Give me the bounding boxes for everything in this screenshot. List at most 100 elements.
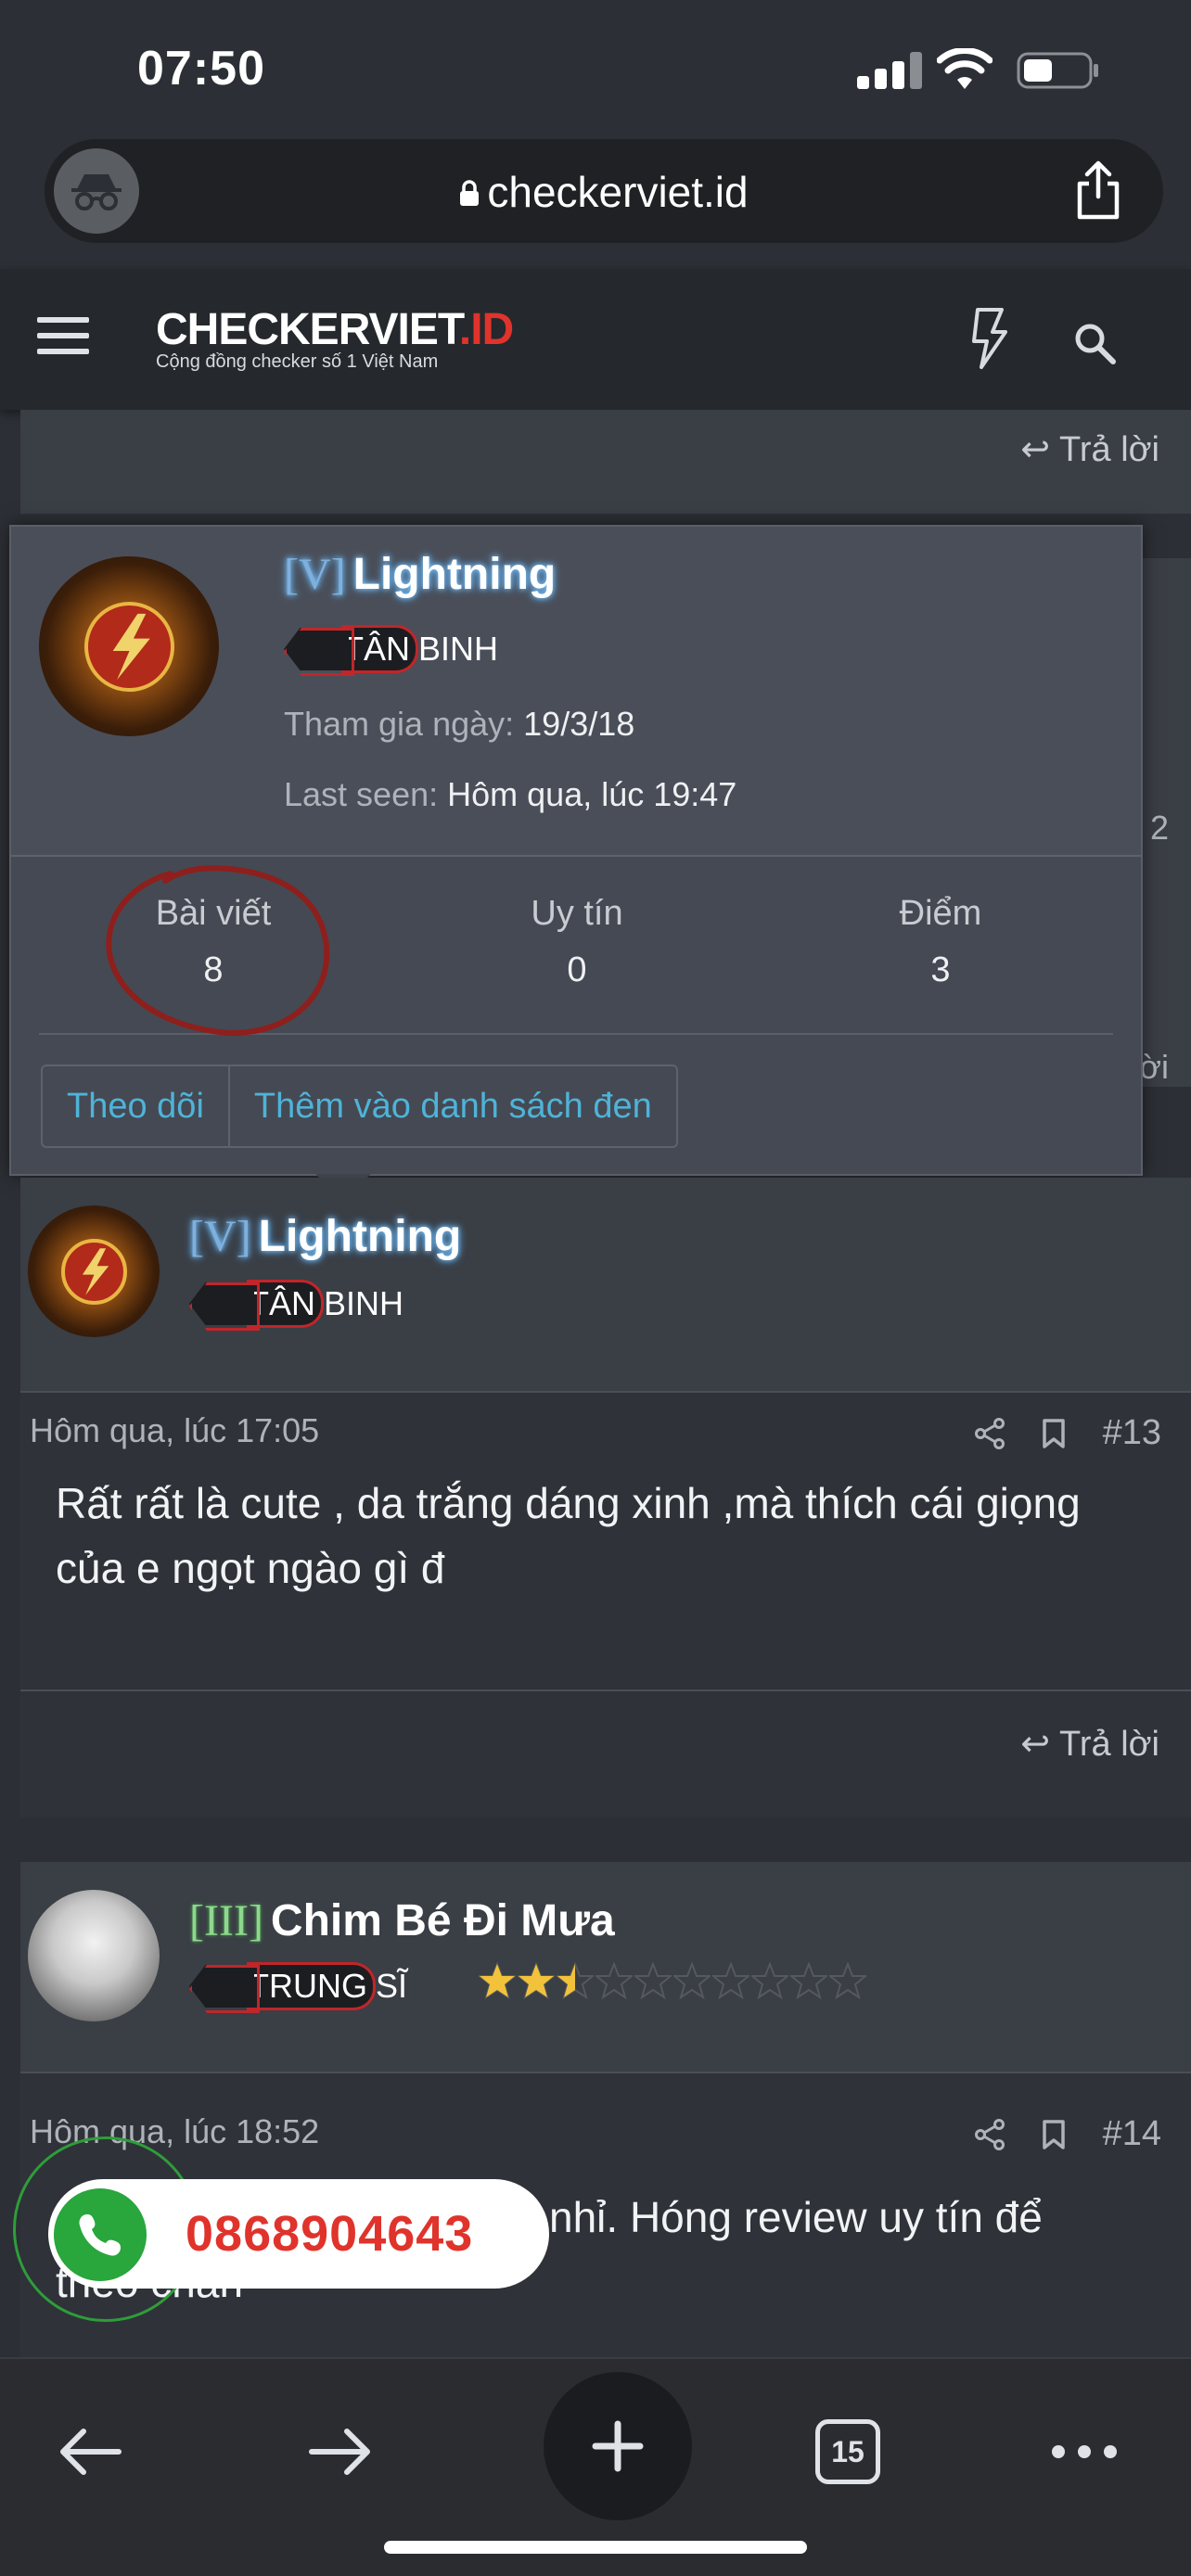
last-seen-line: Last seen: Hôm qua, lúc 19:47 [284,775,736,814]
address-bar[interactable]: checkerviet.id [45,139,1163,243]
user-title-badge: TÂN BINH [284,625,498,673]
badge-rest: BINH [418,630,499,668]
joined-value: 19/3/18 [523,705,635,743]
badge-rest: BINH [324,1284,404,1322]
reply-link[interactable]: ↩ Trả lời [1020,1723,1159,1765]
plus-icon [592,2420,644,2472]
share-icon[interactable] [974,1417,1005,1449]
post-footer: ↩ Trả lời [20,1691,1191,1817]
red-circle-annotation [106,865,330,1037]
reply-link[interactable]: ↩ Trả lời [1020,428,1159,470]
stat-points: Điểm 3 [839,894,1043,990]
forward-button[interactable] [299,2396,382,2507]
stat-value: 0 [567,950,587,989]
post-content: Rất rất là cute , da trắng dáng xinh ,mà… [56,1479,1081,1592]
badge-rest: SĨ [376,1967,408,2005]
username-text: Lightning [352,550,557,599]
avatar[interactable] [28,1890,160,2021]
signal-icon [857,52,922,89]
star-icon [518,1962,555,1999]
star-icon [596,1962,633,1999]
peek-reply: ời [1139,1048,1169,1086]
rank-diamond-icon [284,628,349,670]
stat-label: Điểm [899,894,982,933]
forward-arrow-icon [309,2429,370,2475]
joined-line: Tham gia ngày: 19/3/18 [284,705,634,744]
reply-label: Trả lời [1059,1725,1159,1764]
stat-label: Uy tín [531,894,623,933]
star-icon [634,1962,672,1999]
share-icon[interactable] [1070,159,1126,221]
star-icon [751,1962,788,1999]
post-content: nhỉ. Hóng review uy tín để [549,2193,1043,2241]
member-tooltip-header: [V] Lightning TÂN BINH Tham gia ngày: 19/… [11,527,1141,857]
tabs-count-icon: 15 [815,2419,880,2484]
last-seen-value: Hôm qua, lúc 19:47 [447,775,737,813]
battery-icon [1017,52,1098,89]
post-username[interactable]: [III] Chim Bé Đi Mưa [189,1895,615,1946]
rank-tag: [III] [189,1896,263,1945]
avatar[interactable] [39,556,219,736]
rank-diamond-icon [189,1965,254,2008]
url-label: checkerviet.id [487,168,749,216]
url-text[interactable]: checkerviet.id [45,167,1163,217]
menu-icon[interactable] [37,317,89,358]
lock-icon [459,167,480,217]
post-actions: #14 [974,2114,1161,2154]
back-button[interactable] [48,2396,132,2507]
last-seen-label: Last seen: [284,775,439,813]
logo-accent: .ID [458,305,514,354]
more-button[interactable] [1043,2396,1126,2507]
site-header: CHECKERVIET.ID Cộng đồng checker số 1 Vi… [0,269,1191,410]
ignore-button[interactable]: Thêm vào danh sách đen [227,1066,676,1146]
reply-label: Trả lời [1059,430,1159,469]
stat-value: 3 [930,950,951,989]
post-number[interactable]: #14 [1103,2114,1161,2154]
star-icon [712,1962,749,1999]
star-icon [557,1962,594,1999]
member-tooltip: [V] Lightning TÂN BINH Tham gia ngày: 19/… [9,525,1143,1176]
previous-post-footer: ↩ Trả lời [20,410,1191,514]
back-arrow-icon [60,2429,122,2475]
follow-button[interactable]: Theo dõi [43,1066,228,1146]
new-tab-button[interactable] [544,2372,692,2520]
user-title-badge: TRUNG SĨ [189,1962,407,2010]
phone-icon[interactable] [54,2188,147,2281]
wifi-icon [937,48,992,89]
reply-icon: ↩ [1020,1725,1051,1764]
flash-emblem-icon [83,601,174,692]
flash-emblem-icon [60,1238,127,1305]
more-dots-icon [1052,2445,1117,2458]
member-actions: Theo dõi Thêm vào danh sách đen [41,1065,678,1148]
post-user-header: [V] Lightning TÂN BINH [20,1178,1191,1391]
bookmark-icon[interactable] [1042,2119,1066,2150]
status-bar: 07:50 [0,0,1191,139]
post-time[interactable]: Hôm qua, lúc 17:05 [30,1411,319,1450]
member-username[interactable]: [V] Lightning [284,549,556,600]
joined-label: Tham gia ngày: [284,705,515,743]
username-text: Lightning [258,1212,462,1261]
star-icon [829,1962,866,1999]
post-username[interactable]: [V] Lightning [189,1211,461,1262]
lightning-icon[interactable] [970,306,1009,371]
tabs-button[interactable]: 15 [811,2396,885,2507]
star-rating [479,1962,866,2009]
site-logo[interactable]: CHECKERVIET.ID Cộng đồng checker số 1 Vi… [156,304,514,373]
post-number[interactable]: #13 [1103,1413,1161,1453]
post-13: [V] Lightning TÂN BINH Hôm qua, lúc 17:05… [20,1178,1191,1817]
bookmark-icon[interactable] [1042,1418,1066,1449]
rank-tag: [V] [189,1212,251,1261]
share-icon[interactable] [974,2118,1005,2150]
badge-highlight: TRUNG [247,1962,376,2010]
search-icon[interactable] [1072,321,1117,365]
post-user-header: [III] Chim Bé Đi Mưa TRUNG SĨ [20,1862,1191,2072]
user-title-badge: TÂN BINH [189,1280,403,1328]
home-indicator [384,2541,807,2554]
status-time: 07:50 [137,42,265,96]
tabs-count: 15 [831,2434,864,2468]
hotline-number[interactable]: 0868904643 [186,2205,473,2263]
star-icon [790,1962,827,1999]
avatar[interactable] [28,1205,160,1337]
rank-tag: [V] [284,550,346,599]
rank-diamond-icon [189,1282,254,1325]
